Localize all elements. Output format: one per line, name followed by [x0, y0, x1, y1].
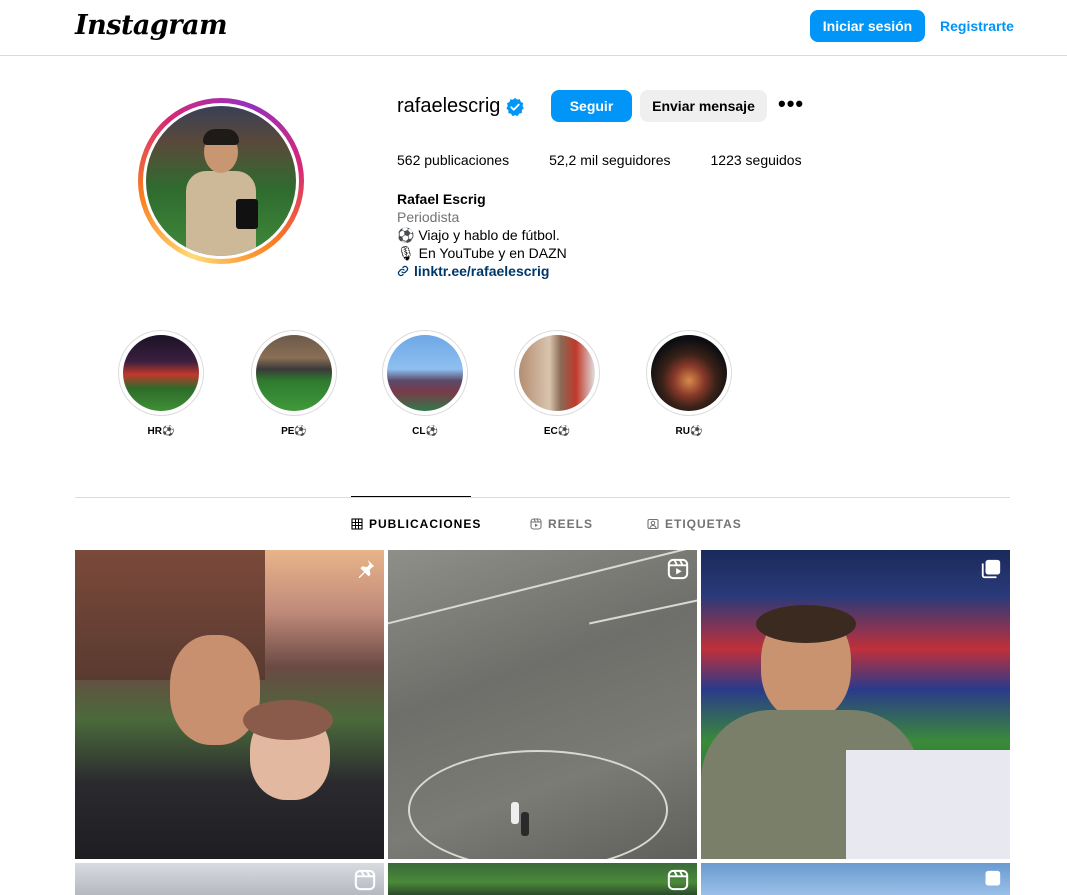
bio-line-2: 🎙 En YouTube y en DAZN — [397, 245, 567, 261]
reels-icon — [667, 869, 689, 891]
microphone-icon — [236, 199, 258, 229]
highlight-item[interactable]: HR⚽ — [118, 330, 204, 437]
verified-badge-icon — [506, 97, 524, 117]
reels-icon — [667, 558, 689, 580]
carousel-icon — [985, 870, 1001, 886]
pin-icon — [358, 559, 375, 579]
highlight-item[interactable]: EC⚽ — [514, 330, 600, 437]
register-link[interactable]: Registrarte — [940, 18, 1014, 34]
reels-icon — [354, 869, 376, 891]
bio-category: Periodista — [397, 209, 460, 225]
tabs-divider — [75, 497, 1010, 498]
tagged-icon — [647, 518, 659, 530]
following-count[interactable]: 1223 seguidos — [711, 152, 802, 168]
profile-stats: 562 publicaciones 52,2 mil seguidores 12… — [397, 152, 842, 168]
more-options-icon[interactable]: ••• — [778, 92, 804, 120]
highlight-label: RU⚽ — [675, 426, 703, 437]
followers-count[interactable]: 52,2 mil seguidores — [549, 152, 670, 168]
top-nav-bar: Instagram Iniciar sesión Registrarte — [0, 0, 1067, 56]
highlight-cover — [651, 335, 727, 411]
highlight-label: PE⚽ — [281, 426, 307, 437]
highlight-item[interactable]: PE⚽ — [251, 330, 337, 437]
profile-bio: Rafael Escrig Periodista ⚽ Viajo y hablo… — [397, 190, 567, 280]
login-button[interactable]: Iniciar sesión — [810, 10, 925, 42]
tab-tagged[interactable]: ETIQUETAS — [647, 517, 742, 531]
post-thumbnail[interactable] — [388, 863, 697, 895]
send-message-button[interactable]: Enviar mensaje — [640, 90, 767, 122]
active-tab-indicator — [351, 496, 471, 497]
bio-line-1: ⚽ Viajo y hablo de fútbol. — [397, 227, 560, 243]
highlight-label: EC⚽ — [543, 426, 571, 437]
bio-link-text[interactable]: linktr.ee/rafaelescrig — [414, 262, 549, 280]
highlight-cover — [387, 335, 463, 411]
tab-reels[interactable]: REELS — [530, 517, 593, 531]
profile-avatar[interactable] — [138, 98, 304, 264]
highlight-item[interactable]: RU⚽ — [646, 330, 732, 437]
profile-username: rafaelescrig — [397, 95, 501, 117]
post-thumbnail[interactable] — [701, 863, 1010, 895]
post-thumbnail[interactable] — [388, 550, 697, 859]
link-icon — [397, 265, 409, 277]
highlight-cover — [123, 335, 199, 411]
instagram-logo[interactable]: Instagram — [75, 10, 228, 41]
post-thumbnail[interactable] — [75, 863, 384, 895]
tab-posts-label: PUBLICACIONES — [369, 517, 482, 531]
highlight-label: CL⚽ — [412, 426, 438, 437]
tab-posts[interactable]: PUBLICACIONES — [351, 517, 481, 531]
avatar-photo — [146, 106, 296, 256]
posts-count: 562 publicaciones — [397, 152, 510, 168]
follow-button[interactable]: Seguir — [551, 90, 632, 122]
highlight-label: HR⚽ — [147, 426, 175, 437]
post-thumbnail[interactable] — [75, 550, 384, 859]
tab-reels-label: REELS — [548, 517, 594, 531]
grid-icon — [351, 518, 363, 530]
highlight-cover — [519, 335, 595, 411]
post-thumbnail[interactable] — [701, 550, 1010, 859]
carousel-icon — [981, 559, 1001, 579]
highlight-item[interactable]: CL⚽ — [382, 330, 468, 437]
bio-external-link[interactable]: linktr.ee/rafaelescrig — [397, 262, 567, 280]
bio-full-name: Rafael Escrig — [397, 191, 486, 207]
highlight-cover — [256, 335, 332, 411]
reels-icon — [530, 518, 542, 530]
tab-tagged-label: ETIQUETAS — [665, 517, 742, 531]
